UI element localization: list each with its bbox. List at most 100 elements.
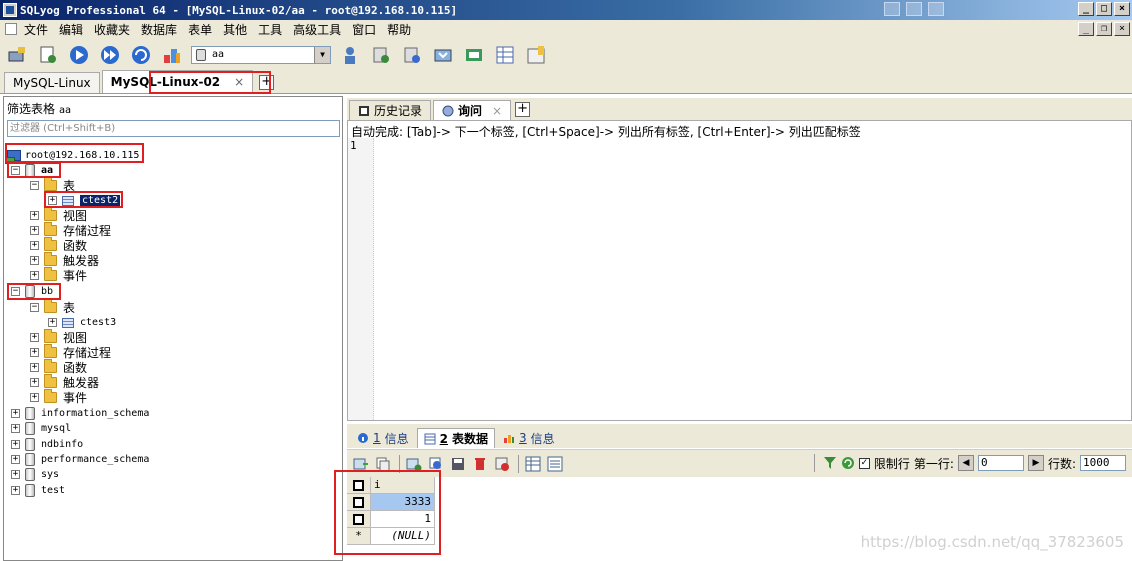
restore-button[interactable] [400, 44, 424, 66]
tab-table-data[interactable]: 2 表数据 [416, 428, 496, 448]
collapse-icon[interactable]: − [30, 303, 39, 312]
tab-mysql-linux-02[interactable]: MySQL-Linux-02 × [101, 70, 254, 93]
menu-edit[interactable]: 编辑 [59, 21, 83, 38]
cancel-button[interactable] [492, 455, 512, 473]
next-page-button[interactable]: ▶ [1027, 455, 1044, 471]
title-chevron-down-icon[interactable] [928, 2, 944, 16]
copy-button[interactable] [373, 455, 393, 473]
tab-messages[interactable]: 1 信息 [351, 428, 415, 448]
previous-page-button[interactable]: ◀ [957, 455, 974, 471]
menu-database[interactable]: 数据库 [141, 21, 177, 38]
new-tab-button[interactable]: + [259, 75, 275, 90]
expand-icon[interactable]: + [11, 470, 20, 479]
checkbox-icon[interactable] [353, 480, 364, 491]
user-manager-button[interactable] [338, 44, 362, 66]
form-view-button[interactable] [545, 455, 565, 473]
expand-icon[interactable]: + [30, 378, 39, 387]
checkbox-icon[interactable] [353, 497, 364, 508]
tree-folder-tables[interactable]: − 表 [30, 299, 75, 315]
tab-history[interactable]: 历史记录 [349, 100, 432, 120]
new-connection-button[interactable] [5, 44, 29, 66]
menu-window[interactable]: 窗口 [352, 21, 376, 38]
expand-icon[interactable]: + [30, 363, 39, 372]
title-grid-icon[interactable] [884, 2, 900, 16]
delete-button[interactable] [470, 455, 490, 473]
collapse-icon[interactable]: − [30, 181, 39, 190]
tab-mysql-linux[interactable]: MySQL-Linux [4, 72, 100, 93]
schema-designer-button[interactable] [160, 44, 184, 66]
expand-icon[interactable]: + [11, 409, 20, 418]
expand-icon[interactable]: + [30, 256, 39, 265]
tree-folder-triggers[interactable]: + 触发器 [30, 252, 99, 268]
row-selector[interactable] [347, 511, 371, 528]
tab-query[interactable]: 询问 × [433, 100, 512, 120]
close-icon[interactable]: × [234, 75, 244, 89]
tree-folder-functions[interactable]: + 函数 [30, 359, 87, 375]
query-editor[interactable]: 自动完成: [Tab]-> 下一个标签, [Ctrl+Space]-> 列出所有… [347, 120, 1132, 421]
expand-icon[interactable]: + [11, 455, 20, 464]
export-button[interactable] [351, 455, 371, 473]
collapse-icon[interactable]: − [11, 287, 20, 296]
tree-db-mysql[interactable]: + mysql [11, 421, 71, 436]
expand-icon[interactable]: + [30, 393, 39, 402]
menu-favorites[interactable]: 收藏夹 [94, 21, 130, 38]
expand-icon[interactable]: + [30, 333, 39, 342]
expand-icon[interactable]: + [30, 211, 39, 220]
tree-connection[interactable]: root@192.168.10.115 [5, 148, 139, 164]
expand-icon[interactable]: + [11, 424, 20, 433]
tab-info[interactable]: 3 信息 [497, 428, 561, 448]
duplicate-row-button[interactable] [426, 455, 446, 473]
tree-folder-functions[interactable]: + 函数 [30, 237, 87, 253]
close-icon[interactable]: × [492, 104, 502, 118]
refresh-button[interactable] [129, 44, 153, 66]
tree-folder-views[interactable]: + 视图 [30, 329, 87, 345]
minimize-button[interactable]: _ [1078, 2, 1094, 16]
tree-table-ctest3[interactable]: + ctest3 [48, 315, 116, 330]
limit-rows-checkbox[interactable]: ✓ [858, 457, 870, 469]
tree-db-performance-schema[interactable]: + performance_schema [11, 452, 149, 467]
tree-folder-tables[interactable]: − 表 [30, 177, 75, 193]
mdi-minimize-button[interactable]: _ [1078, 22, 1094, 36]
tree-folder-events[interactable]: + 事件 [30, 267, 87, 283]
close-button[interactable]: × [1114, 2, 1130, 16]
grid-cell[interactable]: 1 [371, 511, 435, 528]
expand-icon[interactable]: + [11, 486, 20, 495]
expand-icon[interactable]: + [30, 226, 39, 235]
maximize-button[interactable]: □ [1096, 2, 1112, 16]
tree-folder-procedures[interactable]: + 存储过程 [30, 222, 111, 238]
filter-icon[interactable] [823, 456, 837, 470]
expand-icon[interactable]: + [30, 348, 39, 357]
tree-db-information-schema[interactable]: + information_schema [11, 406, 149, 421]
tree-folder-triggers[interactable]: + 触发器 [30, 374, 99, 390]
tree-folder-views[interactable]: + 视图 [30, 207, 87, 223]
refresh-icon[interactable] [841, 456, 855, 470]
insert-row-button[interactable] [404, 455, 424, 473]
menu-other[interactable]: 其他 [223, 21, 247, 38]
menu-advanced-tools[interactable]: 高级工具 [293, 21, 341, 38]
tree-folder-procedures[interactable]: + 存储过程 [30, 344, 111, 360]
new-query-tab-button[interactable]: + [515, 102, 531, 117]
tree-folder-events[interactable]: + 事件 [30, 389, 87, 405]
row-selector[interactable] [347, 494, 371, 511]
tree-db-sys[interactable]: + sys [11, 467, 59, 482]
checkbox-icon[interactable] [353, 514, 364, 525]
database-select[interactable]: aa ▼ [191, 45, 331, 64]
expand-icon[interactable]: + [48, 318, 57, 327]
first-row-input[interactable]: 0 [977, 455, 1024, 471]
filter-input[interactable]: 过滤器 (Ctrl+Shift+B) [7, 120, 340, 137]
expand-icon[interactable]: + [30, 241, 39, 250]
backup-button[interactable] [369, 44, 393, 66]
save-button[interactable] [448, 455, 468, 473]
scheduler-button[interactable] [524, 44, 548, 66]
menu-help[interactable]: 帮助 [387, 21, 411, 38]
grid-view-button[interactable] [523, 455, 543, 473]
mdi-restore-button[interactable]: ❐ [1096, 22, 1112, 36]
menu-table[interactable]: 表单 [188, 21, 212, 38]
tree-db-bb[interactable]: − bb [11, 284, 53, 299]
new-query-button[interactable] [36, 44, 60, 66]
tree-db-test[interactable]: + test [11, 483, 65, 498]
execute-query-button[interactable] [67, 44, 91, 66]
chevron-down-icon[interactable]: ▼ [314, 46, 330, 63]
menu-tools[interactable]: 工具 [258, 21, 282, 38]
rows-count-input[interactable]: 1000 [1080, 455, 1126, 471]
